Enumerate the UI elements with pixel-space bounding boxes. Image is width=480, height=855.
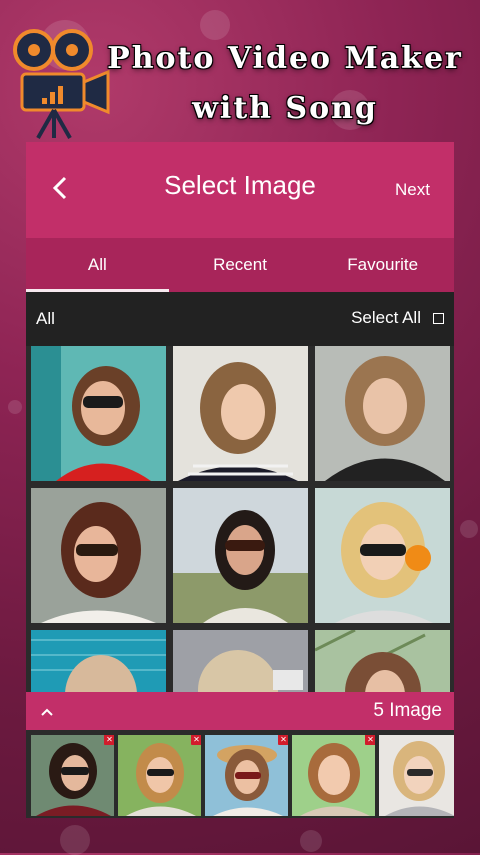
tab-all[interactable]: All [26, 238, 169, 292]
photo-grid [31, 346, 451, 692]
back-button[interactable] [42, 172, 78, 208]
photo-woman-grey-background[interactable] [173, 630, 308, 692]
background-bokeh [300, 830, 322, 852]
selected-photo-2[interactable]: ✕ [118, 735, 201, 816]
photo-woman-trees[interactable] [315, 630, 450, 692]
selected-count-label: 5 Image [373, 700, 442, 721]
promo-title-line2: with Song [192, 91, 378, 126]
tab-favourite[interactable]: Favourite [311, 238, 454, 292]
select-all-label: Select All [351, 308, 421, 327]
photo-woman-headphones[interactable] [315, 488, 450, 623]
photo-woman-halter-top[interactable] [173, 488, 308, 623]
background-bokeh [8, 400, 22, 414]
select-all-toggle[interactable]: Select All [351, 308, 444, 328]
background-bokeh [460, 520, 478, 538]
next-button[interactable]: Next [395, 180, 430, 200]
photo-woman-leather-jacket[interactable] [315, 346, 450, 481]
tab-recent[interactable]: Recent [169, 238, 312, 292]
selection-bar: 5 Image [26, 692, 454, 730]
chevron-up-icon [40, 702, 54, 721]
selected-images-tray: ✕ ✕ ✕ ✕ [26, 730, 454, 818]
photo-woman-sunglasses-dark-hair[interactable] [31, 488, 166, 623]
close-icon[interactable]: ✕ [104, 735, 114, 745]
photo-woman-teal-wall[interactable] [31, 630, 166, 692]
select-all-checkbox[interactable] [433, 312, 444, 324]
collapse-button[interactable] [36, 700, 58, 722]
selected-photo-5[interactable] [379, 735, 454, 816]
chevron-left-icon [52, 175, 68, 205]
photo-woman-striped-shirt[interactable] [173, 346, 308, 481]
selected-photo-3[interactable]: ✕ [205, 735, 288, 816]
close-icon[interactable]: ✕ [365, 735, 375, 745]
image-picker-panel: Select Image Next All Recent Favourite A… [26, 142, 454, 818]
promo-title: Photo Video Maker with Song [96, 34, 474, 134]
tab-bar: All Recent Favourite [26, 238, 454, 292]
app-header: Select Image Next [26, 142, 454, 238]
close-icon[interactable]: ✕ [278, 735, 288, 745]
folder-bar: All Select All [26, 292, 454, 346]
photo-woman-red-top[interactable] [31, 346, 166, 481]
folder-label: All [36, 309, 55, 328]
selected-photo-1[interactable]: ✕ [31, 735, 114, 816]
selected-photo-4[interactable]: ✕ [292, 735, 375, 816]
page-title: Select Image [164, 170, 316, 200]
promo-title-line1: Photo Video Maker [107, 41, 463, 76]
background-bokeh [60, 825, 90, 855]
promo-banner: Photo Video Maker with Song [0, 0, 480, 142]
close-icon[interactable]: ✕ [191, 735, 201, 745]
